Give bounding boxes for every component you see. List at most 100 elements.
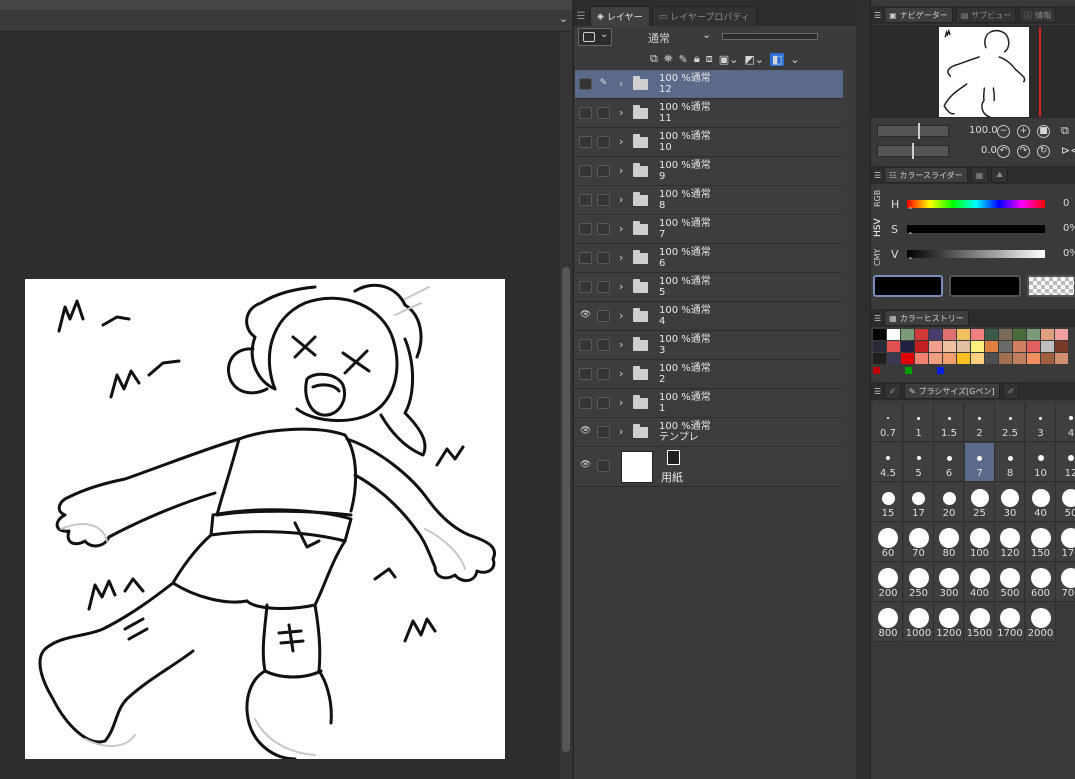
lock-toggle[interactable] <box>597 397 610 409</box>
color-history-swatch[interactable] <box>1055 353 1068 364</box>
visibility-toggle[interactable] <box>579 397 592 409</box>
layer-row[interactable]: › 100 %通常 2 <box>575 360 843 389</box>
layer-row[interactable]: › 100 %通常 6 <box>575 244 843 273</box>
chevron-right-icon[interactable]: › <box>619 309 623 322</box>
canvas-scrollbar[interactable] <box>560 32 572 779</box>
chevron-right-icon[interactable]: › <box>619 135 623 148</box>
brush-size-option[interactable]: 40 <box>1025 483 1056 522</box>
lock-toggle[interactable] <box>597 136 610 148</box>
mode-hsv[interactable]: HSV <box>873 214 887 242</box>
visibility-toggle[interactable] <box>579 165 592 177</box>
brush-size-option[interactable]: 400 <box>964 563 995 602</box>
brush-size-option[interactable]: 150 <box>1025 523 1056 562</box>
color-history-swatch[interactable] <box>957 353 970 364</box>
brush-size-option[interactable]: 170 <box>1056 523 1075 562</box>
chevron-right-icon[interactable]: › <box>619 251 623 264</box>
color-history-swatch[interactable] <box>1041 329 1054 340</box>
color-history-swatch[interactable] <box>873 329 886 340</box>
brush-size-option[interactable]: 2 <box>964 403 995 442</box>
tab-info[interactable]: ⓘ 情報 <box>1019 7 1057 23</box>
tab-subview[interactable]: ▤ サブビュー <box>955 7 1017 23</box>
brush-size-option[interactable]: 80 <box>934 523 964 562</box>
tab-intermediate-color[interactable]: ⛰︎ <box>991 167 1008 183</box>
hue-slider[interactable] <box>907 200 1045 208</box>
rotate-right-icon[interactable]: ↷ <box>1017 145 1030 158</box>
brush-size-option[interactable]: 500 <box>995 563 1025 602</box>
brush-size-option[interactable]: 8 <box>995 443 1025 482</box>
color-history-swatch[interactable] <box>873 353 886 364</box>
chevron-down-icon[interactable]: ⌄ <box>790 53 799 66</box>
layer-row[interactable]: › 100 %通常 7 <box>575 215 843 244</box>
brush-size-option[interactable]: 2.5 <box>995 403 1025 442</box>
color-history-swatch[interactable] <box>915 329 928 340</box>
layer-row[interactable]: ✎ › 100 %通常 12 <box>575 70 843 99</box>
brush-size-option[interactable]: 800 <box>873 603 903 642</box>
chevron-right-icon[interactable]: › <box>619 396 623 409</box>
color-history-swatch[interactable] <box>971 341 984 352</box>
brush-size-option[interactable]: 120 <box>995 523 1025 562</box>
brush-size-option[interactable]: 1200 <box>934 603 964 642</box>
rotate-slider[interactable] <box>877 143 949 159</box>
color-history-swatch[interactable] <box>1027 329 1040 340</box>
layer-row[interactable]: › 100 %通常 1 <box>575 389 843 418</box>
lock-toggle[interactable] <box>597 223 610 235</box>
color-history-swatch[interactable] <box>1027 341 1040 352</box>
lock-toggle[interactable] <box>597 339 610 351</box>
brush-size-option[interactable]: 700 <box>1056 563 1075 602</box>
color-history-swatch[interactable] <box>929 341 942 352</box>
color-history-swatch[interactable] <box>985 353 998 364</box>
layer-row[interactable]: 👁︎ › 100 %通常 テンプレ <box>575 418 843 447</box>
layer-row[interactable]: › 100 %通常 3 <box>575 331 843 360</box>
color-history-swatch[interactable] <box>999 341 1012 352</box>
chevron-right-icon[interactable]: › <box>619 106 623 119</box>
color-history-swatch[interactable] <box>985 341 998 352</box>
lock-toggle[interactable] <box>597 252 610 264</box>
color-history-swatch[interactable] <box>971 329 984 340</box>
eye-icon[interactable]: 👁︎ <box>579 310 592 322</box>
brush-size-option[interactable]: 70 <box>903 523 934 562</box>
visibility-toggle[interactable] <box>579 368 592 380</box>
mode-rgb[interactable]: RGB <box>873 186 887 210</box>
visibility-toggle[interactable] <box>579 223 592 235</box>
draft-icon[interactable]: ✎ <box>679 53 688 66</box>
tab-color-set[interactable]: ▦ <box>970 167 989 183</box>
color-history-swatch[interactable] <box>1055 341 1068 352</box>
layer-row[interactable]: › 100 %通常 5 <box>575 273 843 302</box>
panel-menu-icon[interactable]: ☰ <box>874 387 881 396</box>
visibility-toggle[interactable] <box>579 281 592 293</box>
brush-size-option[interactable]: 7 <box>964 443 995 482</box>
brush-size-option[interactable]: 300 <box>934 563 964 602</box>
color-history-swatch[interactable] <box>999 353 1012 364</box>
brush-size-option[interactable]: 12 <box>1056 443 1075 482</box>
color-history-swatch[interactable] <box>873 341 886 352</box>
color-history-swatch[interactable] <box>971 353 984 364</box>
eye-icon[interactable]: 👁︎ <box>579 426 592 438</box>
fit-screen-icon[interactable]: ■ <box>1037 125 1050 138</box>
tab-layer[interactable]: ◈ レイヤー <box>590 6 650 26</box>
brush-size-option[interactable]: 1 <box>903 403 934 442</box>
tab-tool-property[interactable]: ✐ <box>884 383 901 399</box>
saturation-slider[interactable] <box>907 225 1045 233</box>
chevron-right-icon[interactable]: › <box>619 367 623 380</box>
visibility-toggle[interactable] <box>579 339 592 351</box>
tab-brush-size[interactable]: ✎ ブラシサイズ[Gペン] <box>903 383 1000 399</box>
zoom-in-icon[interactable]: + <box>1017 125 1030 138</box>
color-history-swatch[interactable] <box>943 353 956 364</box>
lock-toggle[interactable] <box>597 368 610 380</box>
color-history-swatch[interactable] <box>901 329 914 340</box>
brush-size-option[interactable]: 30 <box>995 483 1025 522</box>
brush-size-option[interactable]: 1.5 <box>934 403 964 442</box>
brush-size-option[interactable]: 17 <box>903 483 934 522</box>
color-history-swatch[interactable] <box>1055 329 1068 340</box>
color-history-swatch[interactable] <box>1013 353 1026 364</box>
chevron-right-icon[interactable]: › <box>619 222 623 235</box>
chevron-right-icon[interactable]: › <box>619 164 623 177</box>
sub-color-swatch[interactable] <box>949 275 1021 297</box>
color-history-swatch[interactable] <box>915 353 928 364</box>
flip-icon[interactable]: ⧉ <box>1061 124 1069 138</box>
color-history-swatch[interactable] <box>1013 341 1026 352</box>
navigator-preview-area[interactable] <box>871 25 1075 118</box>
transparent-color-swatch[interactable] <box>1027 275 1075 297</box>
color-history-swatch[interactable] <box>887 341 900 352</box>
brush-size-option[interactable]: 20 <box>934 483 964 522</box>
